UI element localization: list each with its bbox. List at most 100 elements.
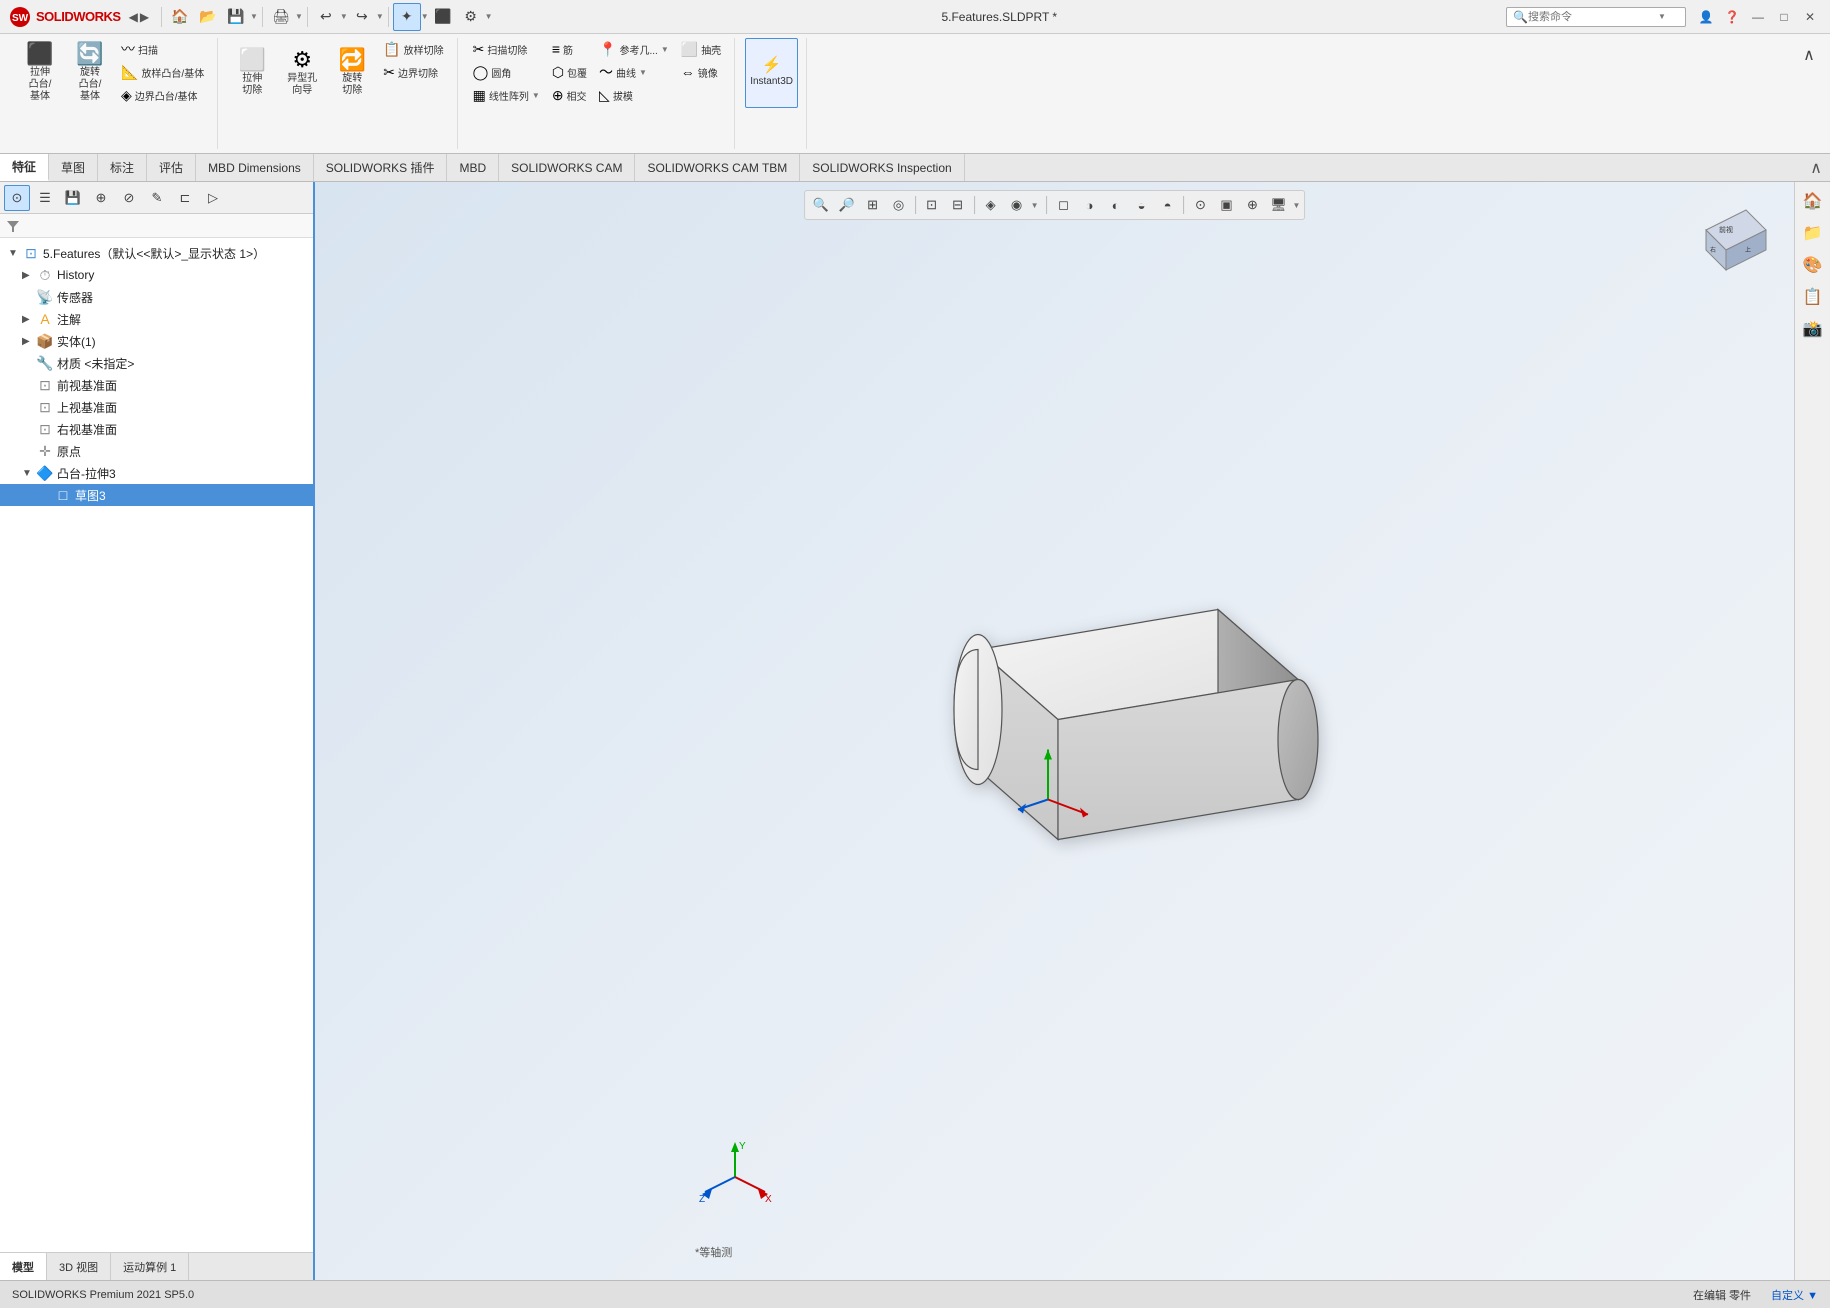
wrap-btn[interactable]: ⬡ 包覆 xyxy=(547,61,592,83)
search-dropdown-icon[interactable]: ▼ xyxy=(1658,12,1666,21)
3d-model-nav-btn[interactable]: 📁 xyxy=(1798,218,1828,248)
sweep-cut-btn[interactable]: ✂ 扫描切除 xyxy=(468,38,545,60)
tree-history[interactable]: ▶ ⏱ History xyxy=(0,264,313,286)
tree-root[interactable]: ▼ ⊡ 5.Features（默认<<默认>_显示状态 1>） xyxy=(0,242,313,264)
gear-btn[interactable]: ⚙ xyxy=(457,3,485,31)
ref-geom-dropdown[interactable]: ▼ xyxy=(661,45,669,54)
tab-mbd-dimensions[interactable]: MBD Dimensions xyxy=(196,154,314,181)
print-dropdown[interactable]: ▼ xyxy=(295,12,303,21)
boss-extrude3-toggle[interactable]: ▼ xyxy=(22,468,36,479)
tab-collapse-btn[interactable]: ∧ xyxy=(1802,154,1830,181)
sweep-btn[interactable]: 〰 扫描 xyxy=(116,38,209,60)
minimize-btn[interactable]: — xyxy=(1746,5,1770,29)
home-view-btn[interactable]: 🏠 xyxy=(1798,186,1828,216)
hide-show-btn[interactable]: ◈ xyxy=(979,193,1003,217)
shell-btn[interactable]: ⬜ 抽壳 xyxy=(676,38,726,60)
tab-sw-plugins[interactable]: SOLIDWORKS 插件 xyxy=(314,154,448,181)
scene-btn[interactable]: ⊕ xyxy=(1241,193,1265,217)
user-btn[interactable]: 👤 xyxy=(1694,5,1718,29)
history-toggle[interactable]: ▶ xyxy=(22,270,36,281)
display-style-btn[interactable]: ◉ xyxy=(1005,193,1029,217)
save-btn[interactable]: 💾 xyxy=(222,3,250,31)
intersect-btn[interactable]: ⊕ 相交 xyxy=(547,84,592,106)
new-btn[interactable]: 🏠 xyxy=(166,3,194,31)
tab-markup[interactable]: 标注 xyxy=(98,154,147,181)
print-btn[interactable]: 🖨 xyxy=(267,3,295,31)
rib-btn[interactable]: ≡ 筋 xyxy=(547,38,592,60)
hidden-lines-btn[interactable]: ◒ xyxy=(1130,193,1154,217)
tab-3d-view[interactable]: 3D 视图 xyxy=(47,1253,111,1280)
loft-cut-btn[interactable]: 📋 放样切除 xyxy=(378,38,448,60)
tree-boss-extrude3[interactable]: ▼ 🔷 凸台-拉伸3 xyxy=(0,462,313,484)
help-btn[interactable]: ❓ xyxy=(1720,5,1744,29)
revolve-boss-btn[interactable]: 🔄 旋转凸台/基体 xyxy=(66,38,114,108)
curves-dropdown[interactable]: ▼ xyxy=(639,68,647,77)
tree-right-plane[interactable]: ⊡ 右视基准面 xyxy=(0,418,313,440)
hole-wizard-btn[interactable]: ⚙ 异型孔向导 xyxy=(278,38,326,108)
tree-sensors[interactable]: 📡 传感器 xyxy=(0,286,313,308)
ref-geom-btn[interactable]: 📍 参考几... ▼ xyxy=(594,38,674,60)
tab-model[interactable]: 模型 xyxy=(0,1253,47,1280)
expand-btn[interactable]: ▷ xyxy=(200,185,226,211)
nav-arrow-right[interactable]: ▶ xyxy=(140,10,149,24)
section-view-btn[interactable]: ⊡ xyxy=(920,193,944,217)
tree-material[interactable]: 🔧 材质 <未指定> xyxy=(0,352,313,374)
instant3d-btn[interactable]: ⚡ Instant3D xyxy=(745,38,798,108)
dim-expert-btn[interactable]: ⊕ xyxy=(88,185,114,211)
mirror-btn[interactable]: ⇔ 镜像 xyxy=(676,61,726,83)
monitor-dropdown[interactable]: ▼ xyxy=(1293,201,1301,210)
camera-btn[interactable]: 📸 xyxy=(1798,314,1828,344)
search-box[interactable]: 🔍 ▼ xyxy=(1506,7,1686,27)
mode-btn[interactable]: ⬛ xyxy=(429,3,457,31)
tree-top-plane[interactable]: ⊡ 上视基准面 xyxy=(0,396,313,418)
tab-features[interactable]: 特征 xyxy=(0,154,49,181)
appear-btn[interactable]: ✎ xyxy=(144,185,170,211)
zoom-out-btn[interactable]: 🔎 xyxy=(835,193,859,217)
nav-arrow-left[interactable]: ◀ xyxy=(129,10,138,24)
ribbon-collapse-btn[interactable]: ∧ xyxy=(1796,42,1822,68)
search-input[interactable] xyxy=(1528,11,1658,23)
open-btn[interactable]: 📂 xyxy=(194,3,222,31)
tree-annotations[interactable]: ▶ A 注解 xyxy=(0,308,313,330)
draft-btn[interactable]: ◺ 拔模 xyxy=(594,84,674,106)
gear-dropdown[interactable]: ▼ xyxy=(485,12,493,21)
select-dropdown[interactable]: ▼ xyxy=(421,12,429,21)
linear-pattern-dropdown[interactable]: ▼ xyxy=(532,91,540,100)
zoom-fit-btn[interactable]: ⊞ xyxy=(861,193,885,217)
revolve-cut-btn[interactable]: 🔁 旋转切除 xyxy=(328,38,376,108)
close-btn[interactable]: ✕ xyxy=(1798,5,1822,29)
lights-btn[interactable]: ▣ xyxy=(1215,193,1239,217)
feature-tree-btn[interactable]: ⊙ xyxy=(4,185,30,211)
tab-sketch[interactable]: 草图 xyxy=(49,154,98,181)
loft-boss-btn[interactable]: 📐 放样凸台/基体 xyxy=(116,61,209,83)
shaded-edges-btn[interactable]: ◐ xyxy=(1104,193,1128,217)
monitor-btn[interactable]: 🖥 xyxy=(1267,193,1291,217)
property-mgr-btn[interactable]: ☰ xyxy=(32,185,58,211)
fillet-btn[interactable]: ◯ 圆角 xyxy=(468,61,545,83)
save-dropdown[interactable]: ▼ xyxy=(250,12,258,21)
undo-dropdown[interactable]: ▼ xyxy=(340,12,348,21)
tab-sw-cam[interactable]: SOLIDWORKS CAM xyxy=(499,154,635,181)
tree-solid-bodies[interactable]: ▶ 📦 实体(1) xyxy=(0,330,313,352)
tab-motion-study[interactable]: 运动算例 1 xyxy=(111,1253,189,1280)
curves-btn[interactable]: 〜 曲线 ▼ xyxy=(594,61,674,83)
solid-bodies-toggle[interactable]: ▶ xyxy=(22,336,36,347)
tree-origin[interactable]: ✛ 原点 xyxy=(0,440,313,462)
zoom-sel-btn[interactable]: ◎ xyxy=(887,193,911,217)
view-orient-btn[interactable]: ⊟ xyxy=(946,193,970,217)
extrude-boss-btn[interactable]: ⬛ 拉伸凸台/基体 xyxy=(16,38,64,108)
root-toggle[interactable]: ▼ xyxy=(8,248,22,259)
render-btn[interactable]: ⊙ xyxy=(1189,193,1213,217)
nav-cube[interactable]: 前视 右 上 xyxy=(1686,190,1786,290)
boundary-cut-btn[interactable]: ✂ 边界切除 xyxy=(378,61,448,83)
wireframe-btn[interactable]: ◻ xyxy=(1052,193,1076,217)
display-style-dropdown[interactable]: ▼ xyxy=(1031,201,1039,210)
viewport[interactable]: 🔍 🔎 ⊞ ◎ ⊡ ⊟ ◈ ◉ ▼ ◻ ◑ ◐ ◒ ◓ ⊙ ▣ ⊕ 🖥 ▼ xyxy=(315,182,1794,1280)
redo-dropdown[interactable]: ▼ xyxy=(376,12,384,21)
shaded-btn[interactable]: ◑ xyxy=(1078,193,1102,217)
zoom-in-btn[interactable]: 🔍 xyxy=(809,193,833,217)
maximize-btn[interactable]: □ xyxy=(1772,5,1796,29)
linear-pattern-btn[interactable]: ▦ 线性阵列 ▼ xyxy=(468,84,545,106)
redo-btn[interactable]: ↪ xyxy=(348,3,376,31)
select-btn[interactable]: ✦ xyxy=(393,3,421,31)
